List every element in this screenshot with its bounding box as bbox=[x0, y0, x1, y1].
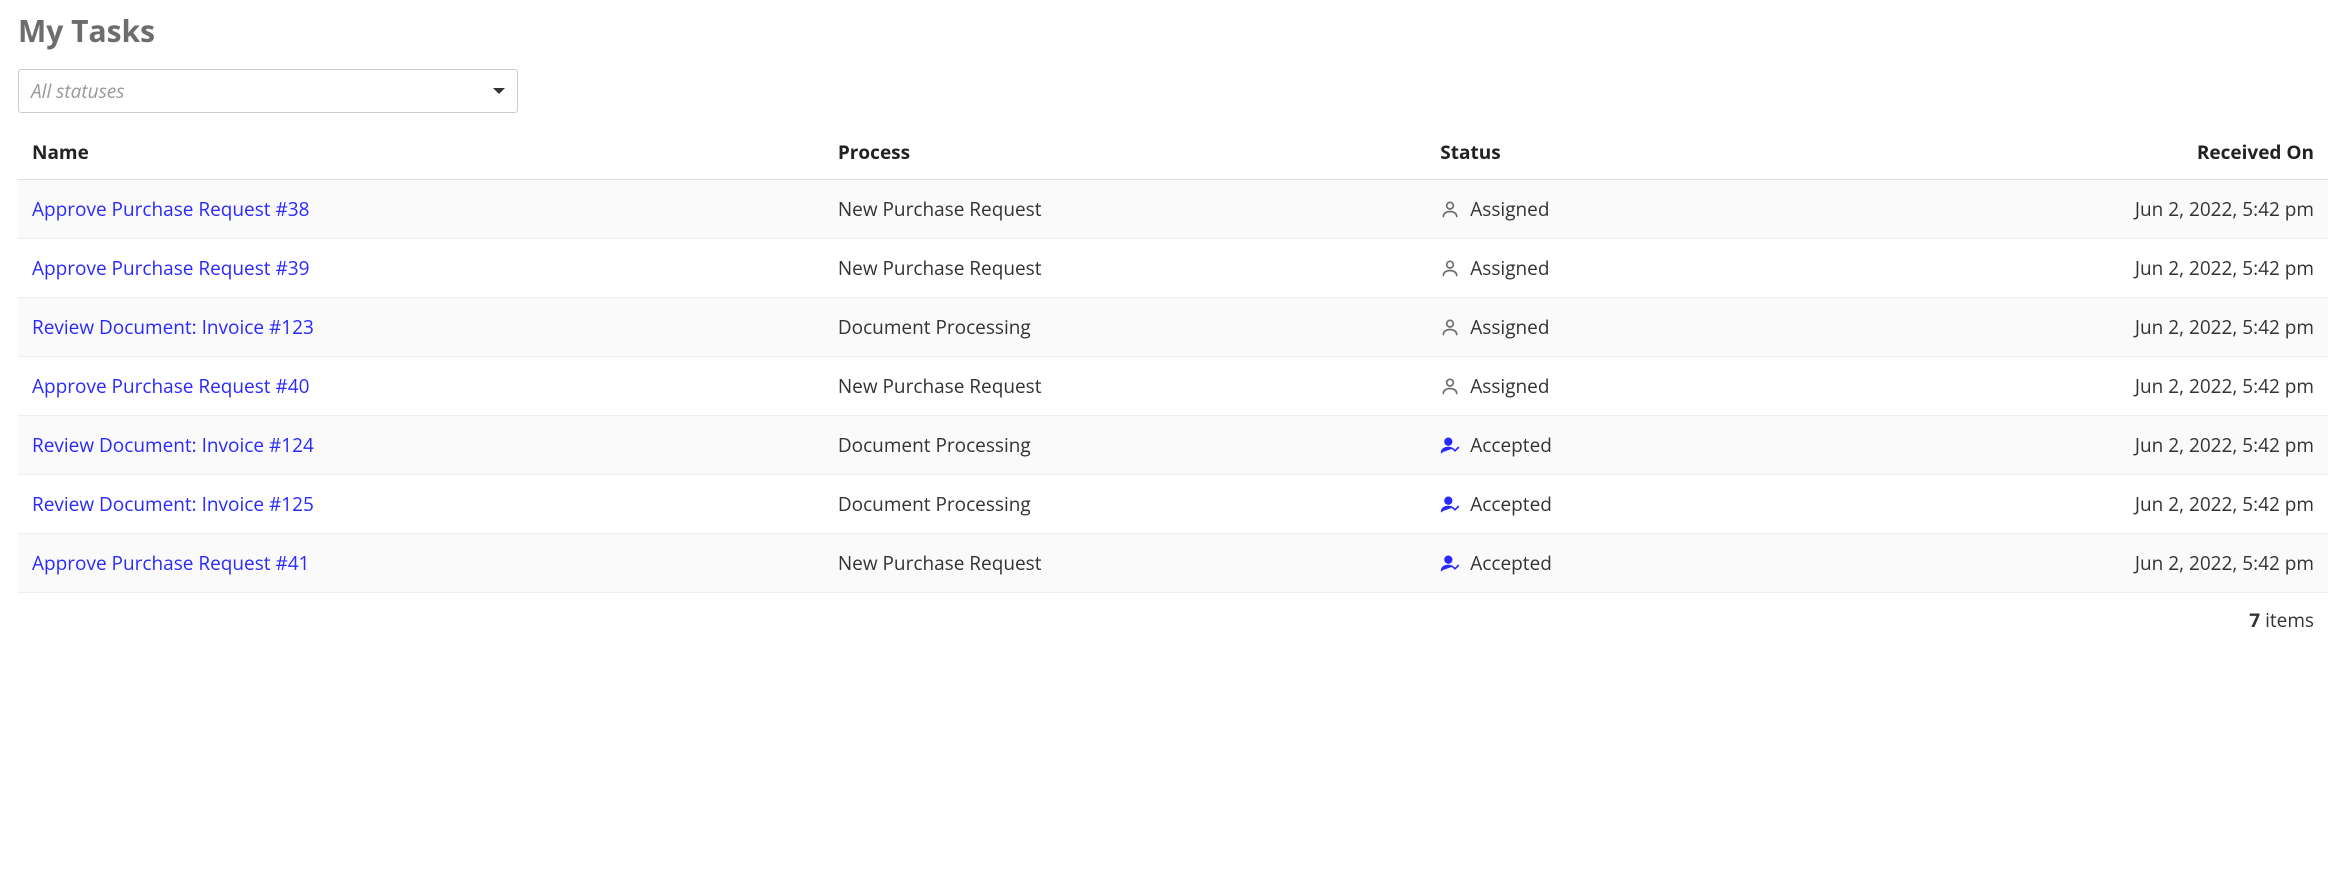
task-link[interactable]: Review Document: Invoice #125 bbox=[32, 491, 314, 517]
status-filter-dropdown[interactable]: All statuses bbox=[18, 69, 518, 113]
table-row: Review Document: Invoice #123 Document Pr… bbox=[18, 298, 2328, 357]
task-status: Accepted bbox=[1470, 550, 1552, 576]
column-header-received-on[interactable]: Received On bbox=[1789, 125, 2328, 180]
person-check-icon bbox=[1440, 435, 1460, 455]
person-icon bbox=[1440, 376, 1460, 396]
task-process: New Purchase Request bbox=[824, 239, 1426, 298]
task-link[interactable]: Approve Purchase Request #38 bbox=[32, 196, 309, 222]
column-header-status[interactable]: Status bbox=[1426, 125, 1789, 180]
task-status: Assigned bbox=[1470, 373, 1549, 399]
task-status: Accepted bbox=[1470, 432, 1552, 458]
table-row: Review Document: Invoice #124 Document Pr… bbox=[18, 416, 2328, 475]
task-status: Assigned bbox=[1470, 196, 1549, 222]
task-received-on: Jun 2, 2022, 5:42 pm bbox=[1789, 416, 2328, 475]
page-title: My Tasks bbox=[18, 10, 2328, 51]
table-row: Approve Purchase Request #41 New Purchase… bbox=[18, 534, 2328, 593]
tasks-table: Name Process Status Received On Approve … bbox=[18, 125, 2328, 593]
task-received-on: Jun 2, 2022, 5:42 pm bbox=[1789, 357, 2328, 416]
person-check-icon bbox=[1440, 553, 1460, 573]
person-icon bbox=[1440, 258, 1460, 278]
task-link[interactable]: Approve Purchase Request #40 bbox=[32, 373, 309, 399]
table-row: Review Document: Invoice #125 Document Pr… bbox=[18, 475, 2328, 534]
task-link[interactable]: Review Document: Invoice #124 bbox=[32, 432, 314, 458]
task-status: Accepted bbox=[1470, 491, 1552, 517]
person-icon bbox=[1440, 317, 1460, 337]
task-received-on: Jun 2, 2022, 5:42 pm bbox=[1789, 534, 2328, 593]
task-status: Assigned bbox=[1470, 314, 1549, 340]
items-count-number: 7 bbox=[2249, 607, 2260, 633]
column-header-process[interactable]: Process bbox=[824, 125, 1426, 180]
task-process: New Purchase Request bbox=[824, 534, 1426, 593]
task-process: New Purchase Request bbox=[824, 180, 1426, 239]
task-received-on: Jun 2, 2022, 5:42 pm bbox=[1789, 298, 2328, 357]
task-received-on: Jun 2, 2022, 5:42 pm bbox=[1789, 180, 2328, 239]
task-status: Assigned bbox=[1470, 255, 1549, 281]
task-received-on: Jun 2, 2022, 5:42 pm bbox=[1789, 239, 2328, 298]
task-process: Document Processing bbox=[824, 475, 1426, 534]
table-row: Approve Purchase Request #38 New Purchase… bbox=[18, 180, 2328, 239]
person-icon bbox=[1440, 199, 1460, 219]
task-link[interactable]: Review Document: Invoice #123 bbox=[32, 314, 314, 340]
status-filter-placeholder: All statuses bbox=[31, 78, 124, 104]
person-check-icon bbox=[1440, 494, 1460, 514]
task-process: New Purchase Request bbox=[824, 357, 1426, 416]
task-process: Document Processing bbox=[824, 298, 1426, 357]
task-link[interactable]: Approve Purchase Request #39 bbox=[32, 255, 309, 281]
items-count: 7 items bbox=[18, 593, 2328, 633]
task-link[interactable]: Approve Purchase Request #41 bbox=[32, 550, 309, 576]
chevron-down-icon bbox=[493, 88, 505, 94]
task-received-on: Jun 2, 2022, 5:42 pm bbox=[1789, 475, 2328, 534]
table-row: Approve Purchase Request #40 New Purchase… bbox=[18, 357, 2328, 416]
table-row: Approve Purchase Request #39 New Purchase… bbox=[18, 239, 2328, 298]
task-process: Document Processing bbox=[824, 416, 1426, 475]
items-count-label: items bbox=[2260, 607, 2314, 633]
column-header-name[interactable]: Name bbox=[18, 125, 824, 180]
